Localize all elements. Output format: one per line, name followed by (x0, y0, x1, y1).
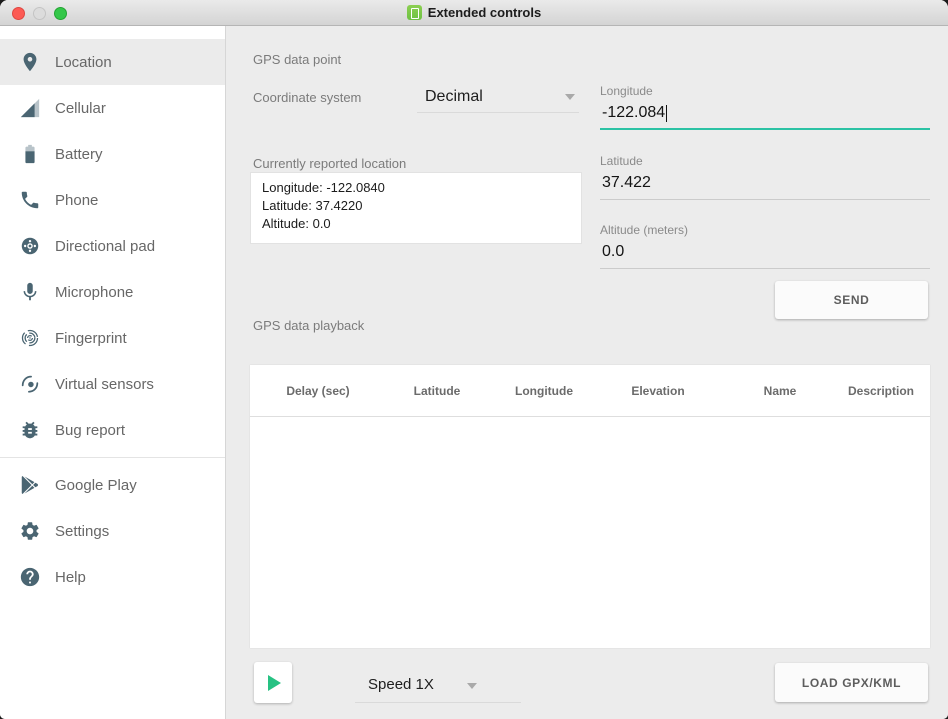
extended-controls-window: Extended controls Location Cellular (0, 0, 948, 719)
sidebar-item-bug-report[interactable]: Bug report (0, 407, 225, 453)
question-circle-icon (19, 566, 41, 588)
reported-longitude: Longitude: -122.0840 (262, 179, 570, 197)
speed-select[interactable]: Speed 1X (355, 669, 521, 703)
sidebar-item-directional-pad[interactable]: Directional pad (0, 223, 225, 269)
latitude-label: Latitude (600, 154, 930, 168)
sidebar-item-label: Location (55, 54, 112, 71)
gps-data-point-label: GPS data point (253, 52, 341, 67)
column-header-name: Name (764, 384, 797, 398)
latitude-input[interactable]: Latitude 37.422 (600, 154, 930, 200)
sidebar-item-phone[interactable]: Phone (0, 177, 225, 223)
reported-location-box: Longitude: -122.0840 Latitude: 37.4220 A… (250, 172, 582, 244)
close-button[interactable] (12, 7, 25, 20)
sidebar-item-help[interactable]: Help (0, 554, 225, 600)
play-button[interactable] (254, 662, 292, 703)
latitude-value: 37.422 (602, 174, 651, 192)
cellular-signal-icon (19, 97, 41, 119)
send-button[interactable]: SEND (775, 281, 928, 319)
gps-playback-label: GPS data playback (253, 318, 364, 333)
coordinate-system-select[interactable]: Decimal (417, 83, 579, 113)
sidebar-item-label: Virtual sensors (55, 376, 154, 393)
sidebar-item-label: Fingerprint (55, 330, 127, 347)
directional-pad-icon (19, 235, 41, 257)
location-pin-icon (19, 51, 41, 73)
sidebar-item-label: Bug report (55, 422, 125, 439)
google-play-icon (19, 474, 41, 496)
sidebar-item-microphone[interactable]: Microphone (0, 269, 225, 315)
virtual-sensors-icon (19, 373, 41, 395)
speed-value: Speed 1X (355, 669, 521, 701)
titlebar: Extended controls (0, 0, 948, 26)
altitude-label: Altitude (meters) (600, 223, 930, 237)
window-title: Extended controls (428, 5, 541, 20)
coordinate-system-label: Coordinate system (253, 90, 361, 105)
fingerprint-icon (19, 327, 41, 349)
sidebar-item-label: Google Play (55, 477, 137, 494)
title-group: Extended controls (407, 5, 541, 20)
sidebar-item-cellular[interactable]: Cellular (0, 85, 225, 131)
sidebar-item-virtual-sensors[interactable]: Virtual sensors (0, 361, 225, 407)
sidebar-item-fingerprint[interactable]: Fingerprint (0, 315, 225, 361)
chevron-down-icon (467, 683, 477, 689)
sidebar: Location Cellular Battery Phone (0, 26, 226, 719)
column-header-latitude: Latitude (414, 384, 461, 398)
column-header-delay: Delay (sec) (286, 384, 349, 398)
zoom-button[interactable] (54, 7, 67, 20)
sidebar-item-label: Directional pad (55, 238, 155, 255)
sidebar-divider (0, 457, 225, 458)
longitude-value: -122.084 (602, 104, 665, 122)
column-header-elevation: Elevation (631, 384, 684, 398)
altitude-value: 0.0 (602, 243, 624, 261)
gear-icon (19, 520, 41, 542)
column-header-longitude: Longitude (515, 384, 573, 398)
battery-icon (19, 143, 41, 165)
gps-playback-table: Delay (sec) Latitude Longitude Elevation… (250, 365, 930, 648)
sidebar-item-location[interactable]: Location (0, 39, 225, 85)
sidebar-item-label: Battery (55, 146, 103, 163)
bug-icon (19, 419, 41, 441)
load-gpx-kml-button[interactable]: LOAD GPX/KML (775, 663, 928, 702)
sidebar-item-label: Phone (55, 192, 98, 209)
phone-handset-icon (19, 189, 41, 211)
microphone-icon (19, 281, 41, 303)
sidebar-item-settings[interactable]: Settings (0, 508, 225, 554)
longitude-input[interactable]: Longitude -122.084 (600, 84, 930, 130)
reported-altitude: Altitude: 0.0 (262, 215, 570, 233)
location-panel: GPS data point Coordinate system Decimal… (226, 26, 948, 719)
emulator-app-icon (407, 5, 422, 20)
sidebar-item-label: Microphone (55, 284, 133, 301)
table-body[interactable] (250, 417, 930, 647)
minimize-button[interactable] (33, 7, 46, 20)
sidebar-item-label: Help (55, 569, 86, 586)
reported-location-label: Currently reported location (253, 156, 406, 171)
column-header-description: Description (848, 384, 914, 398)
sidebar-item-label: Cellular (55, 100, 106, 117)
traffic-lights (0, 0, 67, 26)
text-cursor (666, 105, 667, 122)
altitude-input[interactable]: Altitude (meters) 0.0 (600, 223, 930, 269)
longitude-label: Longitude (600, 84, 930, 98)
sidebar-item-battery[interactable]: Battery (0, 131, 225, 177)
sidebar-item-label: Settings (55, 523, 109, 540)
chevron-down-icon (565, 94, 575, 100)
reported-latitude: Latitude: 37.4220 (262, 197, 570, 215)
coordinate-system-value: Decimal (417, 83, 579, 111)
play-icon (268, 675, 281, 691)
sidebar-item-google-play[interactable]: Google Play (0, 462, 225, 508)
table-header: Delay (sec) Latitude Longitude Elevation… (250, 365, 930, 417)
